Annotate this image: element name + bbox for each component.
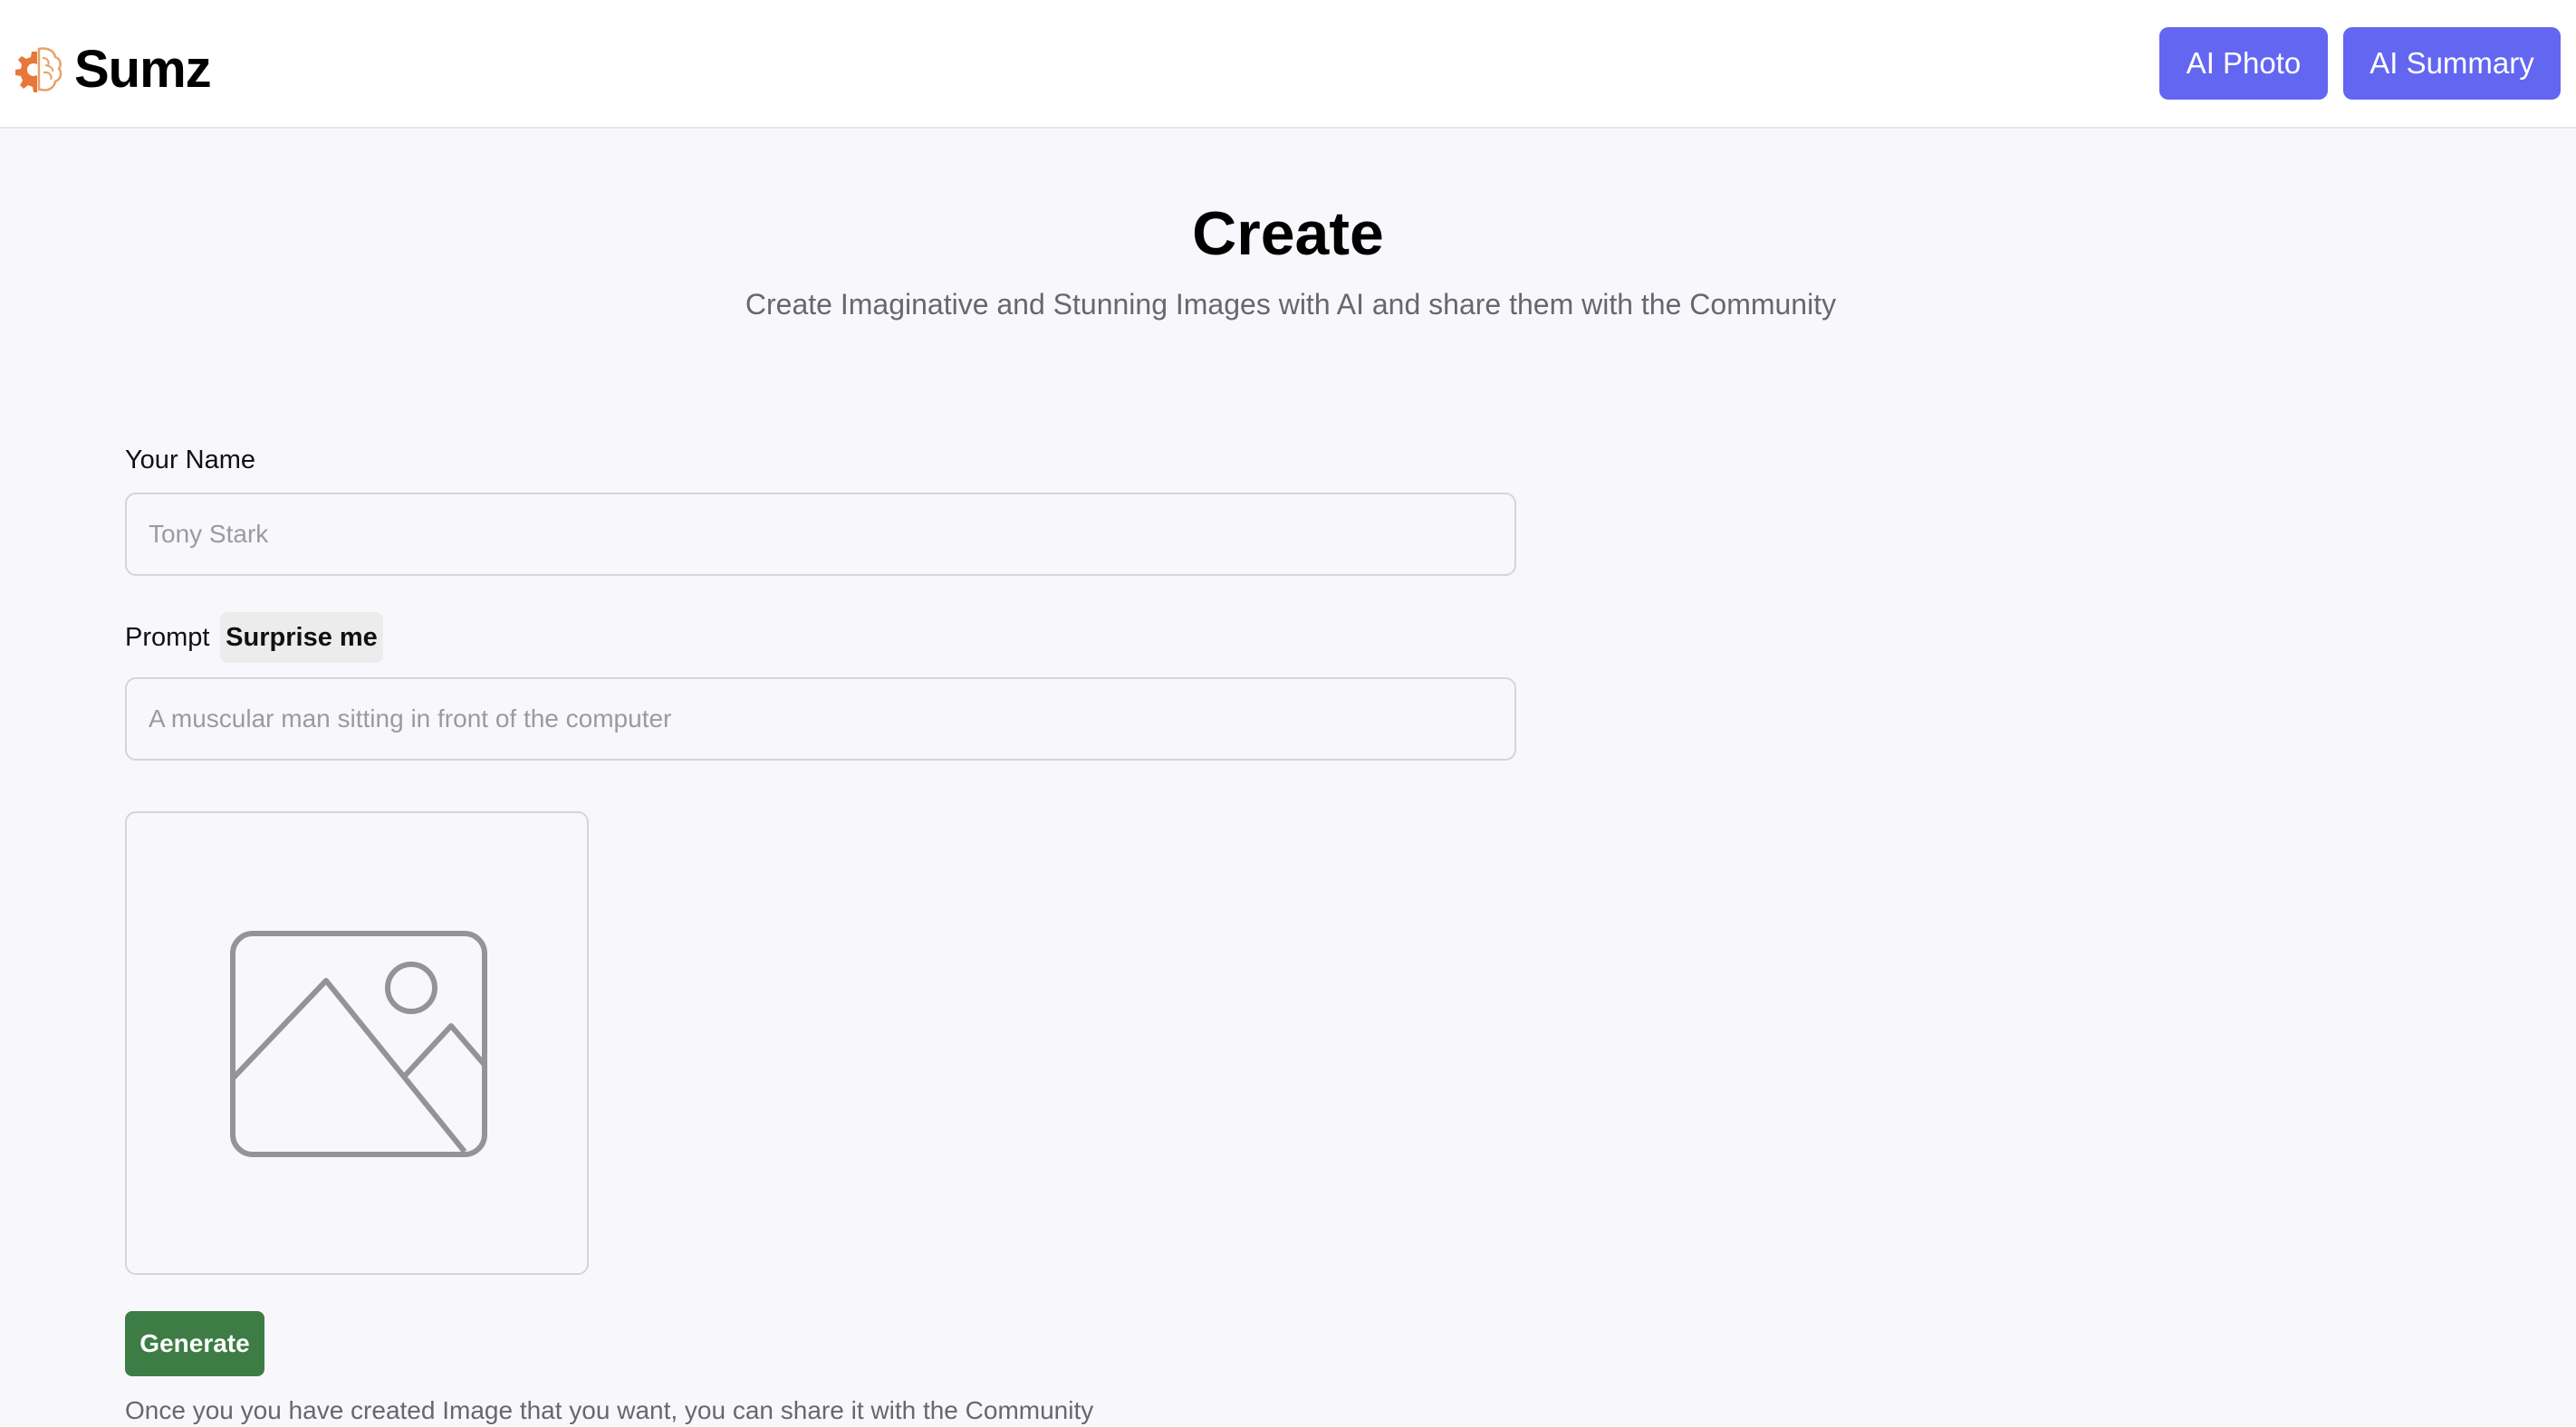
page-title: Create [1192, 199, 1384, 268]
brain-gear-icon [15, 47, 62, 92]
share-note: Once you you have created Image that you… [125, 1396, 1094, 1424]
name-input[interactable] [125, 493, 1516, 576]
ai-photo-button[interactable]: AI Photo [2159, 27, 2328, 100]
ai-summary-button[interactable]: AI Summary [2343, 27, 2561, 100]
prompt-input[interactable] [125, 677, 1516, 761]
brand-logo[interactable]: Sumz [9, 40, 212, 99]
top-navbar: Sumz AI Photo AI Summary [0, 0, 2576, 129]
image-preview [125, 811, 589, 1275]
name-label: Your Name [125, 445, 256, 474]
prompt-label: Prompt [125, 623, 210, 652]
page-subtitle: Create Imaginative and Stunning Images w… [745, 288, 1837, 321]
image-placeholder-icon [230, 931, 487, 1157]
surprise-me-button[interactable]: Surprise me [220, 612, 383, 663]
generate-button[interactable]: Generate [125, 1311, 264, 1376]
brand-name: Sumz [74, 40, 212, 99]
